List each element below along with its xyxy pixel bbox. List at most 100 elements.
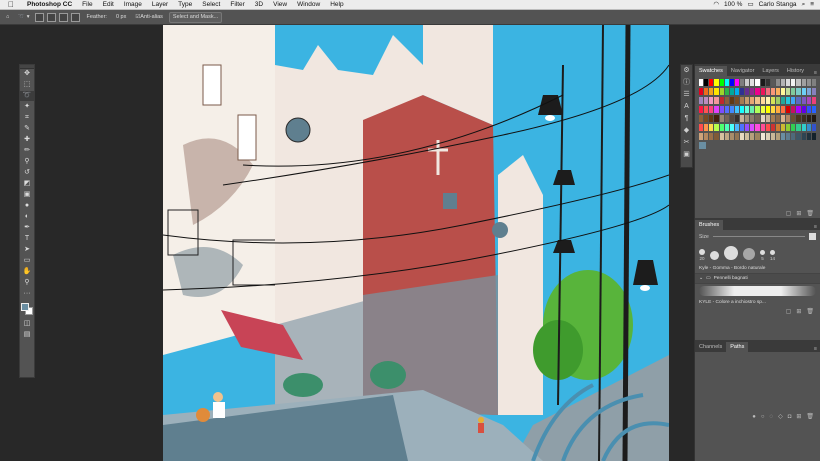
swatch[interactable] xyxy=(765,88,770,95)
swatch[interactable] xyxy=(755,133,760,140)
swatch[interactable] xyxy=(775,97,780,104)
brush-tip[interactable] xyxy=(710,251,719,261)
swatch[interactable] xyxy=(796,79,801,86)
history-brush-icon[interactable]: ↺ xyxy=(20,168,34,178)
swatch[interactable] xyxy=(791,115,796,122)
more-tools-icon[interactable]: ··· xyxy=(20,289,34,299)
new-group-icon[interactable]: ▢ xyxy=(786,210,792,217)
make-path-icon[interactable]: ◇ xyxy=(778,413,783,420)
swatch[interactable] xyxy=(709,79,714,86)
tab-channels[interactable]: Channels xyxy=(695,342,726,352)
swatch[interactable] xyxy=(724,124,729,131)
swatch[interactable] xyxy=(724,106,729,113)
swatch[interactable] xyxy=(750,88,755,95)
swatch[interactable] xyxy=(709,106,714,113)
swatch[interactable] xyxy=(714,88,719,95)
move-tool-icon[interactable]: ✥ xyxy=(20,69,34,79)
subtract-selection-icon[interactable] xyxy=(59,12,69,22)
swatch[interactable] xyxy=(765,115,770,122)
brush-tip[interactable]: 20 xyxy=(699,249,705,261)
swatch[interactable] xyxy=(699,124,704,131)
swatch[interactable] xyxy=(704,97,709,104)
swatch[interactable] xyxy=(755,106,760,113)
swatch[interactable] xyxy=(770,79,775,86)
swatch[interactable] xyxy=(704,88,709,95)
user-name[interactable]: Carlo Stanga xyxy=(759,0,797,10)
new-selection-icon[interactable] xyxy=(35,12,45,22)
swatch[interactable] xyxy=(734,133,739,140)
swatch[interactable] xyxy=(786,106,791,113)
crop-tool-icon[interactable]: ⌗ xyxy=(20,113,34,123)
menu-filter[interactable]: Filter xyxy=(225,0,249,10)
swatch[interactable] xyxy=(719,79,724,86)
menu-type[interactable]: Type xyxy=(173,0,197,10)
brush-tool-icon[interactable]: ✏ xyxy=(20,146,34,156)
lasso-tool-preset-icon[interactable]: ➰ ▾ xyxy=(15,12,32,23)
brush-settings-icon[interactable] xyxy=(809,233,816,240)
swatch[interactable] xyxy=(750,133,755,140)
character-icon[interactable]: A xyxy=(681,101,692,113)
quick-mask-icon[interactable]: ◫ xyxy=(20,319,34,329)
swatch[interactable] xyxy=(729,115,734,122)
swatch[interactable] xyxy=(791,97,796,104)
brush-trash-icon[interactable]: 🗑 xyxy=(806,308,814,315)
swatch[interactable] xyxy=(801,115,806,122)
swatch[interactable] xyxy=(765,133,770,140)
swatch[interactable] xyxy=(745,115,750,122)
notifications-icon[interactable]: ≡ xyxy=(810,0,814,10)
swatch[interactable] xyxy=(745,79,750,86)
adjustments-icon[interactable]: ⚙ xyxy=(681,65,692,77)
size-slider[interactable] xyxy=(712,236,805,237)
swatch[interactable] xyxy=(770,106,775,113)
swatch[interactable] xyxy=(775,88,780,95)
paths-menu-icon[interactable]: ≡ xyxy=(814,346,820,352)
swatch[interactable] xyxy=(791,88,796,95)
swatch[interactable] xyxy=(786,115,791,122)
swatch[interactable] xyxy=(734,79,739,86)
swatch[interactable] xyxy=(740,79,745,86)
swatch[interactable] xyxy=(806,106,811,113)
swatch[interactable] xyxy=(699,115,704,122)
path-selection-icon[interactable]: ➤ xyxy=(20,245,34,255)
swatch[interactable] xyxy=(719,106,724,113)
swatch[interactable] xyxy=(781,115,786,122)
swatch[interactable] xyxy=(796,124,801,131)
swatch[interactable] xyxy=(775,133,780,140)
magic-wand-tool-icon[interactable]: ✦ xyxy=(20,102,34,112)
swatch[interactable] xyxy=(770,88,775,95)
menu-help[interactable]: Help xyxy=(325,0,348,10)
menu-view[interactable]: View xyxy=(268,0,292,10)
swatch[interactable] xyxy=(745,88,750,95)
swatch[interactable] xyxy=(760,88,765,95)
swatch[interactable] xyxy=(781,124,786,131)
brush-tip[interactable]: 5 xyxy=(760,250,765,261)
swatch[interactable] xyxy=(704,124,709,131)
swatch[interactable] xyxy=(714,79,719,86)
fill-path-icon[interactable]: ● xyxy=(752,414,756,420)
swatch[interactable] xyxy=(729,106,734,113)
swatch[interactable] xyxy=(775,79,780,86)
feather-input[interactable]: 0 px xyxy=(113,12,129,23)
swatch[interactable] xyxy=(811,115,816,122)
swatch[interactable] xyxy=(811,97,816,104)
search-icon[interactable]: ⌕ xyxy=(802,0,806,10)
swatch[interactable] xyxy=(734,115,739,122)
swatch[interactable] xyxy=(806,133,811,140)
stroke-brush-name[interactable]: KYLE - Colore a inchiostro sp... xyxy=(695,298,820,307)
trash-icon[interactable]: 🗑 xyxy=(806,210,814,217)
swatch[interactable] xyxy=(704,133,709,140)
clone-stamp-icon[interactable]: ⚲ xyxy=(20,157,34,167)
swatch[interactable] xyxy=(781,79,786,86)
pen-tool-icon[interactable]: ✒ xyxy=(20,223,34,233)
swatch[interactable] xyxy=(781,133,786,140)
antialias-checkbox[interactable]: ☑ Anti-alias xyxy=(132,12,166,23)
marquee-tool-icon[interactable]: ⬚ xyxy=(20,80,34,90)
swatch[interactable] xyxy=(755,79,760,86)
swatch[interactable] xyxy=(786,97,791,104)
swatch[interactable] xyxy=(801,133,806,140)
intersect-selection-icon[interactable] xyxy=(71,12,81,22)
swatch[interactable] xyxy=(740,88,745,95)
menu-edit[interactable]: Edit xyxy=(98,0,119,10)
swatch[interactable] xyxy=(699,79,704,86)
swatch[interactable] xyxy=(719,115,724,122)
